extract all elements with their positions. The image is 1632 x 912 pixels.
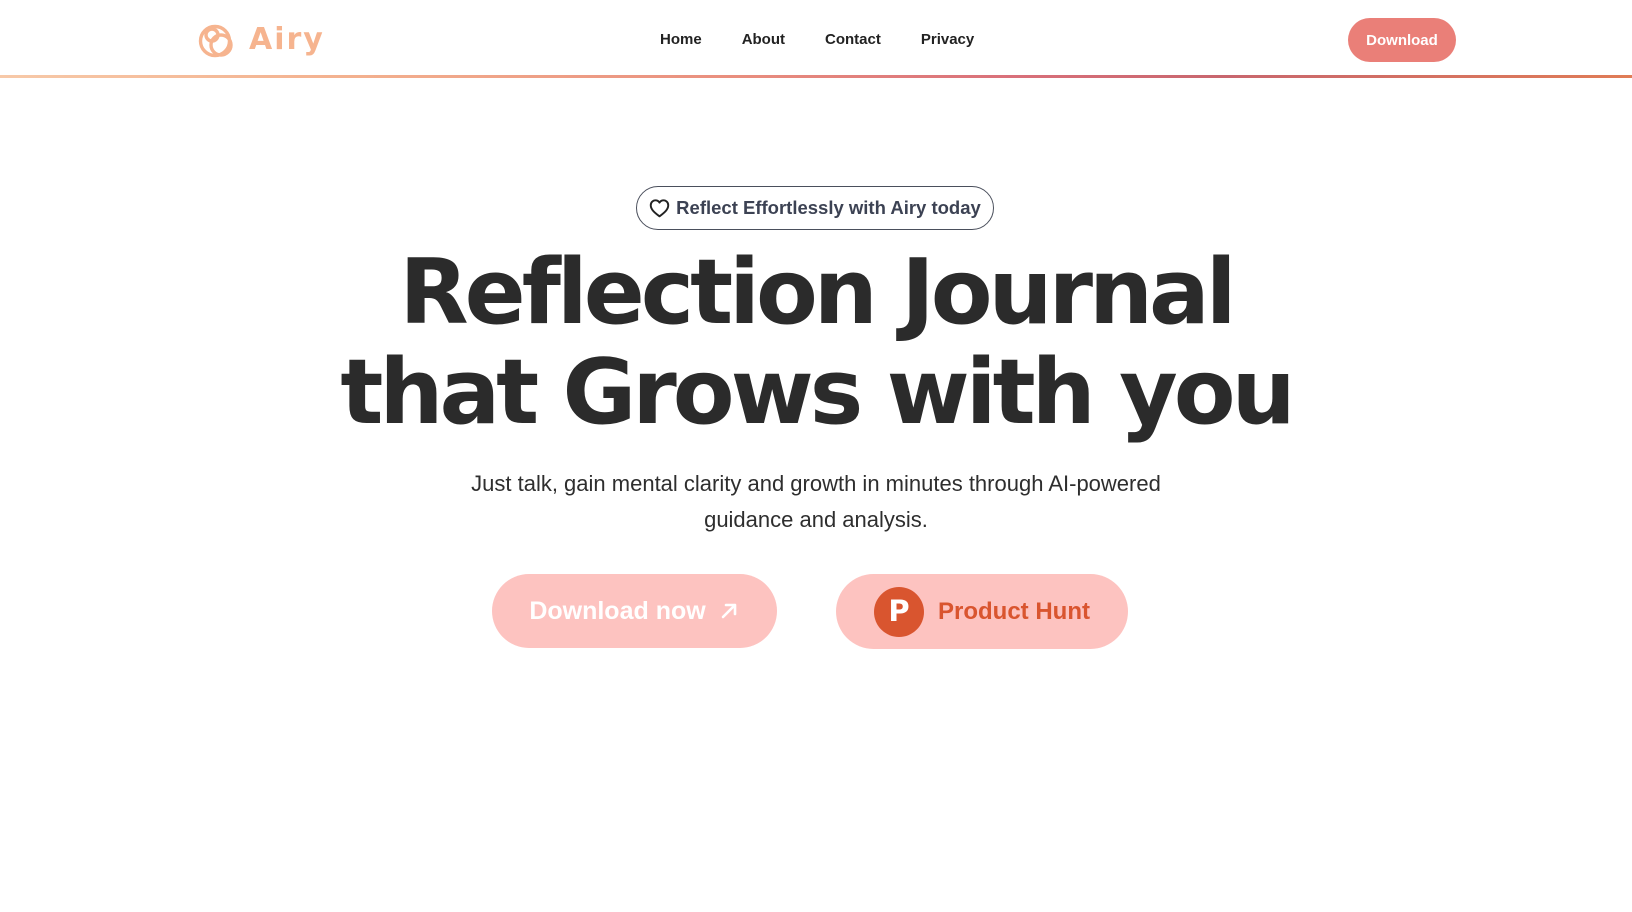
header-download-button[interactable]: Download [1348,18,1456,62]
logo-text: Airy [249,22,325,57]
heart-icon [649,199,670,218]
product-hunt-icon-letter: P [888,594,910,628]
site-header: Airy Home About Contact Privacy Download [0,0,1632,78]
nav-link-privacy[interactable]: Privacy [901,28,994,52]
arrow-up-right-icon [721,603,736,619]
logo-link[interactable]: Airy [197,20,325,60]
airy-logo-icon [198,24,233,58]
header-gradient-divider [0,75,1632,78]
nav-link-about[interactable]: About [722,28,805,52]
hero-badge: Reflect Effortlessly with Airy today [636,186,994,230]
nav-link-home[interactable]: Home [640,28,722,52]
hero-badge-text: Reflect Effortlessly with Airy today [676,197,981,218]
hero-headline-line-2: that Grows with you [340,340,1295,445]
main-nav: Home About Contact Privacy [640,28,994,52]
nav-link-contact[interactable]: Contact [805,28,901,52]
download-now-button[interactable]: Download now [492,574,777,648]
product-hunt-label: Product Hunt [938,597,1090,625]
product-hunt-icon: P [874,586,924,637]
hero-subtitle: Just talk, gain mental clarity and growt… [471,471,1161,532]
hero-headline: Reflection Journal that Grows with you [216,243,1416,443]
product-hunt-button[interactable]: P Product Hunt [836,574,1128,649]
page: Airy Home About Contact Privacy Download… [0,0,1632,912]
hero-headline-line-1: Reflection Journal [399,240,1236,345]
download-now-label: Download now [529,596,706,625]
